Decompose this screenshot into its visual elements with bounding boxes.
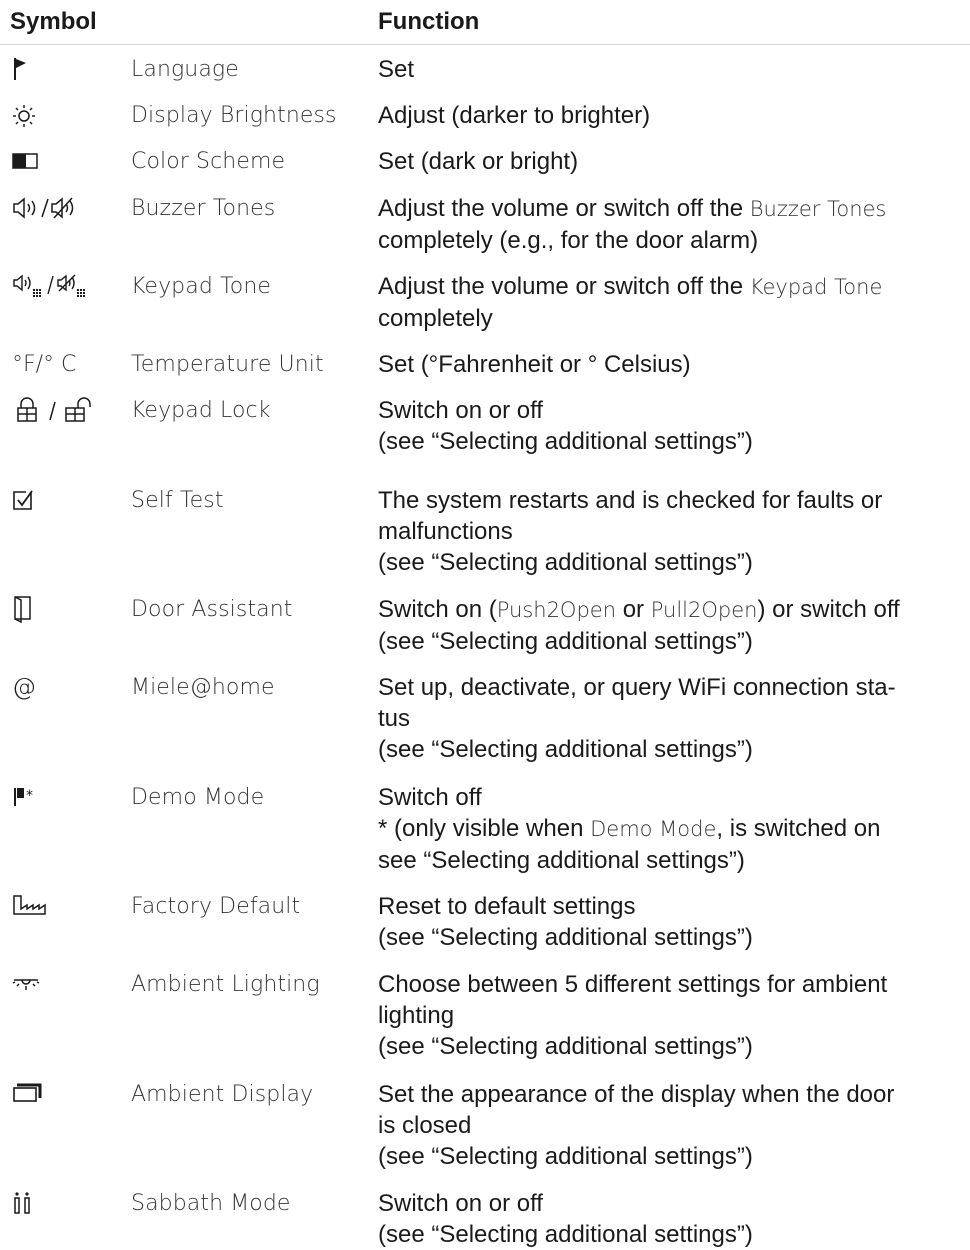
setting-name: Door Assistant (131, 597, 293, 622)
setting-name: Language (131, 57, 239, 82)
flag-icon (12, 54, 32, 84)
setting-name: Color Scheme (131, 149, 286, 174)
setting-name: Temperature Unit (131, 352, 324, 377)
function-column-header: Function (378, 8, 480, 35)
setting-function: Set (dark or bright) (378, 148, 579, 175)
setting-name: Self Test (131, 488, 224, 513)
setting-function: Switch on or off (see “Selecting addition… (378, 397, 753, 455)
temperature-unit-icon: °F/° C (12, 351, 77, 377)
setting-name: Sabbath Mode (131, 1191, 291, 1216)
setting-function: Adjust the volume or switch off the Keyp… (378, 273, 883, 332)
setting-function: Adjust the volume or switch off the Buzz… (378, 195, 887, 254)
setting-name: Ambient Display (131, 1082, 314, 1107)
setting-function: Switch on or off (see “Selecting addition… (378, 1190, 753, 1248)
inline-setting-name: Keypad Tone (749, 275, 883, 299)
sabbath-icon (12, 1188, 34, 1218)
brightness-icon (12, 100, 36, 130)
setting-name: Ambient Lighting (131, 972, 320, 997)
demo-flag-icon: * (12, 782, 40, 812)
speaker-icon (12, 193, 88, 223)
setting-function: Switch on (Push2Open or Pull2Open) or sw… (378, 596, 900, 655)
inline-setting-name: Pull2Open (650, 598, 758, 622)
ambient-light-icon (12, 969, 40, 999)
setting-name: Factory Default (131, 894, 301, 919)
setting-name: Buzzer Tones (131, 196, 276, 221)
checkbox-icon (12, 485, 34, 515)
lock-icon (12, 395, 108, 425)
setting-name: Miele@home (131, 675, 275, 700)
inline-setting-name: Demo Mode (590, 817, 717, 841)
setting-name: Keypad Lock (131, 398, 271, 423)
setting-function: The system restarts and is checked for f… (378, 487, 883, 576)
ambient-display-icon (12, 1079, 42, 1109)
at-icon: @ (12, 673, 36, 701)
symbol-column-header: Symbol (10, 8, 97, 35)
setting-function: Set the appearance of the display when t… (378, 1081, 895, 1170)
setting-function: Set (°Fahrenheit or ° Celsius) (378, 351, 691, 378)
setting-function: Set up, deactivate, or query WiFi connec… (378, 674, 896, 763)
setting-name: Display Brightness (131, 103, 337, 128)
setting-name: Demo Mode (131, 785, 265, 810)
factory-icon (12, 891, 48, 921)
setting-function: Set (378, 56, 415, 83)
inline-setting-name: Buzzer Tones (749, 197, 887, 221)
svg-text:*: * (26, 788, 33, 804)
inline-setting-name: Push2Open (496, 598, 617, 622)
door-icon (12, 594, 34, 624)
table-header: Symbol Function (0, 0, 970, 45)
setting-function: Switch off * (only visible when Demo Mod… (378, 784, 881, 874)
setting-function: Adjust (darker to brighter) (378, 102, 651, 129)
color-scheme-icon (12, 146, 38, 176)
setting-function: Choose between 5 different settings for … (378, 971, 888, 1060)
keypad-speaker-icon (12, 271, 108, 301)
setting-function: Reset to default settings (see “Selecting… (378, 893, 753, 951)
setting-name: Keypad Tone (131, 274, 272, 299)
